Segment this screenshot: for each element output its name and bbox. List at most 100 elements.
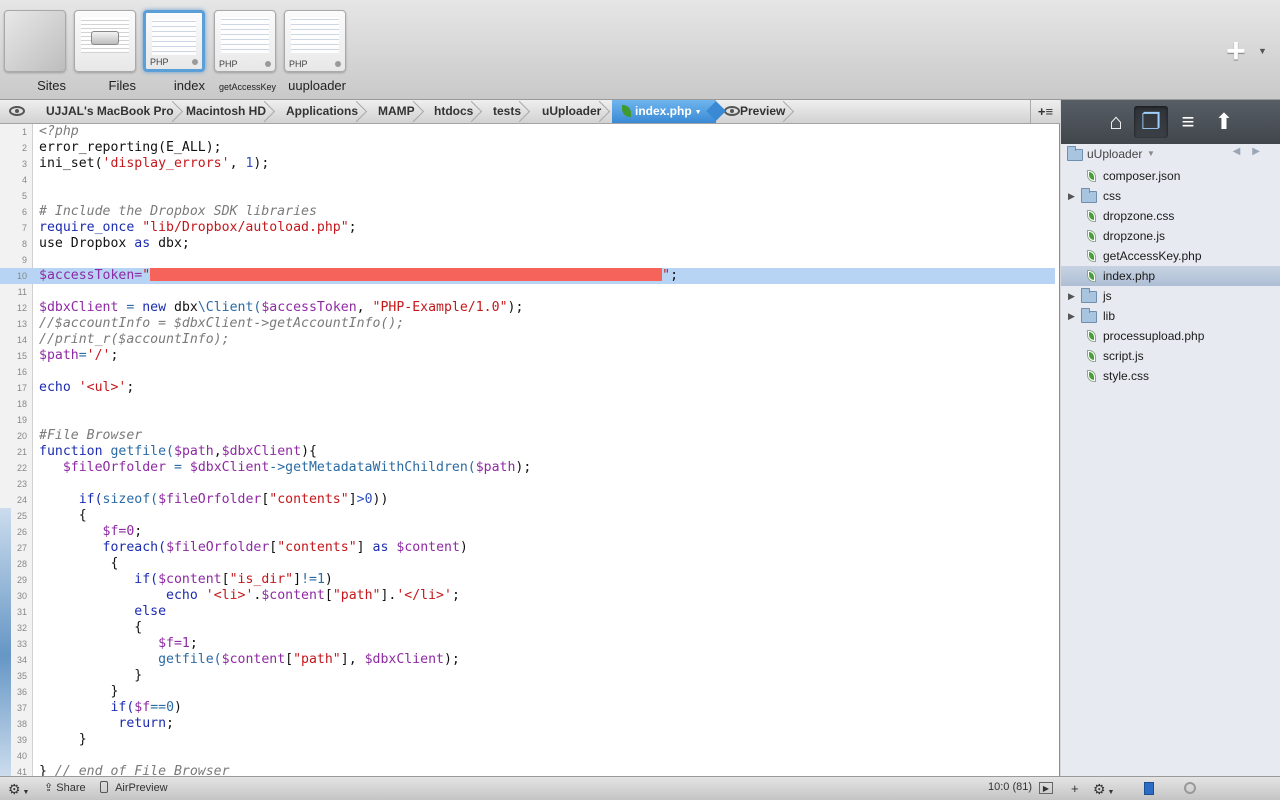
code-line[interactable]: 37 if($f==0) (0, 700, 1059, 716)
breadcrumb-item[interactable]: MAMP (368, 100, 415, 123)
eye-icon[interactable] (9, 106, 25, 116)
code-line[interactable]: 20 #File Browser (0, 428, 1059, 444)
code-line[interactable]: 15 $path='/'; (0, 348, 1059, 364)
sidebar-file-item[interactable]: composer.json (1061, 166, 1280, 186)
tab-index[interactable]: PHP index (143, 10, 205, 95)
breadcrumb-item[interactable]: Applications (276, 100, 358, 123)
code-line[interactable]: 23 (0, 476, 1059, 492)
code-text: //$accountInfo = $dbxClient->getAccountI… (39, 316, 404, 332)
code-line[interactable]: 22 $fileOrfolder = $dbxClient->getMetada… (0, 460, 1059, 476)
upload-icon[interactable]: ⬆ (1207, 106, 1241, 138)
folder-header[interactable]: uUploader ▼ ◀▶ (1061, 144, 1280, 165)
file-name: js (1103, 289, 1112, 303)
code-line[interactable]: 26 $f=0; (0, 524, 1059, 540)
sidebar-folder-item[interactable]: ▶ js (1061, 286, 1280, 306)
code-text: getfile($content["path"], $dbxClient); (39, 652, 460, 668)
share-button[interactable]: ⇪ Share (44, 781, 86, 794)
code-line[interactable]: 18 (0, 396, 1059, 412)
code-line[interactable]: 32 { (0, 620, 1059, 636)
code-line[interactable]: 40 (0, 748, 1059, 764)
document-icon[interactable] (1144, 782, 1154, 798)
sidebar-file-item[interactable]: getAccessKey.php (1061, 246, 1280, 266)
airpreview-button[interactable]: AirPreview (100, 781, 168, 794)
tab-sites[interactable]: Sites (4, 10, 66, 95)
files-icon[interactable]: ❐ (1134, 106, 1168, 138)
code-line[interactable]: 36 } (0, 684, 1059, 700)
code-editor[interactable]: 1 <?php 2 error_reporting(E_ALL); 3 ini_set('… (0, 124, 1060, 776)
code-line[interactable]: 3 ini_set('display_errors', 1); (0, 156, 1059, 172)
code-line[interactable]: 24 if(sizeof($fileOrfolder["contents"]>0… (0, 492, 1059, 508)
sidebar-file-item[interactable]: dropzone.js (1061, 226, 1280, 246)
code-token: ini_set( (39, 156, 103, 171)
gear-icon[interactable]: ⚙ ▼ (1093, 781, 1114, 798)
sidebar-file-item[interactable]: dropzone.css (1061, 206, 1280, 226)
play-icon[interactable]: ▶ (1039, 782, 1053, 794)
code-line[interactable]: 16 (0, 364, 1059, 380)
breadcrumb-item[interactable]: htdocs (424, 100, 473, 123)
code-line[interactable]: 35 } (0, 668, 1059, 684)
code-line[interactable]: 41} // end of File Browser (0, 764, 1059, 776)
code-line[interactable]: 28 { (0, 556, 1059, 572)
code-token: "path" (293, 652, 341, 667)
code-line[interactable]: 38 return; (0, 716, 1059, 732)
code-line[interactable]: 10 $accessToken=" "; (0, 268, 1055, 284)
sidebar-file-item[interactable]: index.php (1061, 266, 1280, 286)
sidebar-file-item[interactable]: processupload.php (1061, 326, 1280, 346)
code-line[interactable]: 19 (0, 412, 1059, 428)
getaccesskey-thumbnail: PHP (214, 10, 276, 72)
disclosure-triangle-icon[interactable]: ▶ (1068, 186, 1075, 206)
breadcrumb-item[interactable]: tests (483, 100, 521, 123)
code-line[interactable]: 33 $f=1; (0, 636, 1059, 652)
code-line[interactable]: 7 require_once "lib/Dropbox/autoload.php"… (0, 220, 1059, 236)
code-line[interactable]: 2 error_reporting(E_ALL); (0, 140, 1059, 156)
code-line[interactable]: 5 (0, 188, 1059, 204)
code-line[interactable]: 21 function getfile($path,$dbxClient){ (0, 444, 1059, 460)
current-file-crumb[interactable]: index.php ▼ (612, 100, 716, 123)
code-line[interactable]: 9 (0, 252, 1059, 268)
preview-button[interactable]: Preview (716, 100, 785, 123)
plus-icon[interactable]: + (1226, 32, 1246, 71)
history-arrows[interactable]: ◀▶ (1233, 146, 1272, 157)
chevron-down-icon: ▼ (694, 109, 702, 116)
code-line[interactable]: 30 echo '<li>'.$content["path"].'</li>'; (0, 588, 1059, 604)
tab-uuploader[interactable]: PHP uuploader (284, 10, 346, 95)
code-line[interactable]: 4 (0, 172, 1059, 188)
gear-icon[interactable]: ⚙ ▼ (8, 781, 29, 798)
breadcrumb-item[interactable]: UJJAL's MacBook Pro (36, 100, 174, 123)
add-list-button[interactable]: +≡ (1030, 100, 1060, 123)
code-token: ) (174, 700, 182, 715)
breadcrumb-item[interactable]: Macintosh HD (176, 100, 266, 123)
code-line[interactable]: 27 foreach($fileOrfolder["contents"] as … (0, 540, 1059, 556)
tab-getaccesskey[interactable]: PHP getAccessKey (214, 10, 276, 95)
sidebar-folder-item[interactable]: ▶ lib (1061, 306, 1280, 326)
code-line[interactable]: 13 //$accountInfo = $dbxClient->getAccoun… (0, 316, 1059, 332)
code-line[interactable]: 25 { (0, 508, 1059, 524)
code-line[interactable]: 31 else (0, 604, 1059, 620)
sidebar-file-item[interactable]: style.css (1061, 366, 1280, 386)
code-line[interactable]: 39 } (0, 732, 1059, 748)
code-line[interactable]: 29 if($content["is_dir"]!=1) (0, 572, 1059, 588)
sidebar-file-item[interactable]: script.js (1061, 346, 1280, 366)
code-line[interactable]: 14 //print_r($accountInfo); (0, 332, 1059, 348)
code-line[interactable]: 8 use Dropbox as dbx; (0, 236, 1059, 252)
code-line[interactable]: 17 echo '<ul>'; (0, 380, 1059, 396)
home-icon[interactable]: ⌂ (1099, 106, 1133, 138)
plus-icon[interactable]: + (1071, 781, 1079, 796)
chevron-down-icon[interactable]: ▼ (1258, 46, 1267, 56)
code-line[interactable]: 11 (0, 284, 1059, 300)
breadcrumb-item[interactable]: uUploader (532, 100, 601, 123)
code-token: ; (189, 636, 198, 651)
code-line[interactable]: 1 <?php (0, 124, 1059, 140)
tab-files[interactable]: Files (74, 10, 136, 95)
sidebar-folder-item[interactable]: ▶ css (1061, 186, 1280, 206)
disclosure-triangle-icon[interactable]: ▶ (1068, 286, 1075, 306)
disclosure-triangle-icon[interactable]: ▶ (1068, 306, 1075, 326)
code-line[interactable]: 12 $dbxClient = new dbx\Client($accessTok… (0, 300, 1059, 316)
code-line[interactable]: 6 # Include the Dropbox SDK libraries (0, 204, 1059, 220)
line-number: 8 (21, 239, 27, 249)
chevron-down-icon[interactable]: ▼ (1147, 149, 1155, 158)
sync-icon[interactable] (1184, 782, 1196, 797)
code-token: ] (356, 540, 373, 555)
code-line[interactable]: 34 getfile($content["path"], $dbxClient)… (0, 652, 1059, 668)
notes-icon[interactable]: ≡ (1171, 106, 1205, 138)
